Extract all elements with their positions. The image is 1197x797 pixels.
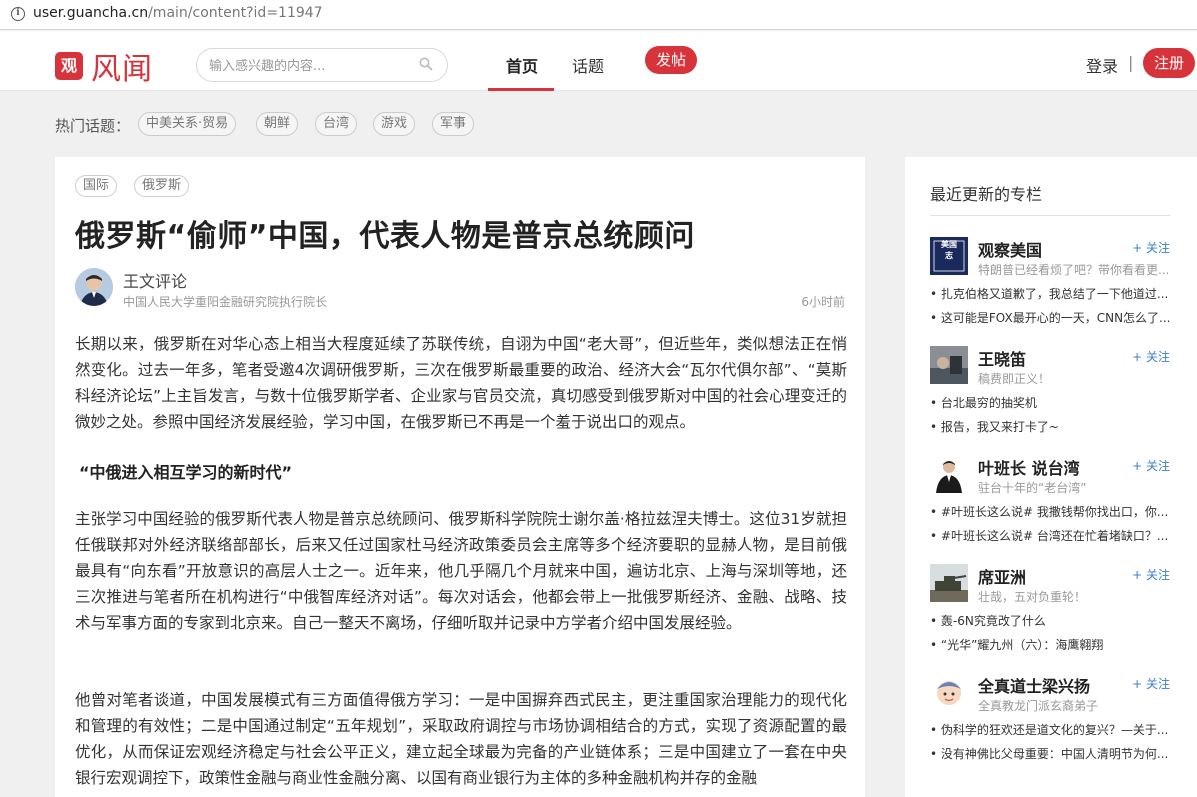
follow-button[interactable]: + 关注 (1132, 348, 1170, 365)
column-avatar[interactable] (930, 564, 968, 602)
nav-active-indicator (488, 88, 554, 91)
logo-mark[interactable]: 观 (55, 52, 83, 80)
hot-topics-label: 热门话题： (55, 117, 131, 135)
column-post-link[interactable]: • 台北最穷的抽奖机 (930, 394, 1170, 411)
avatar-image (930, 564, 968, 602)
column-name[interactable]: 叶班长 说台湾 (978, 455, 1080, 479)
browser-address-bar[interactable]: i user.guancha.cn/main/content?id=11947 (0, 0, 1197, 30)
url-host: user.guancha.cn (33, 5, 149, 21)
info-icon[interactable]: i (11, 7, 25, 21)
column-item: 叶班长 说台湾 + 关注 驻台十年的“老台湾” • #叶班长这么说# 我撒钱帮你… (930, 455, 1175, 555)
follow-button[interactable]: + 关注 (1132, 675, 1170, 692)
divider (930, 215, 1170, 216)
register-button[interactable]: 注册 (1143, 48, 1195, 78)
post-title: 台北最穷的抽奖机 (940, 396, 1037, 410)
logo-text[interactable]: 风闻 (91, 44, 153, 88)
column-item: 全真道士梁兴扬 + 关注 全真教龙门派玄裔弟子 • 伪科学的狂欢还是道文化的复兴… (930, 673, 1175, 773)
post-title: 没有神佛比父母重要：中国人清明节为何... (940, 747, 1169, 761)
column-post-link[interactable]: • 没有神佛比父母重要：中国人清明节为何... (930, 745, 1170, 762)
avatar-image (930, 673, 968, 711)
publish-time: 6小时前 (801, 295, 845, 309)
column-post-link[interactable]: • 轰-6N究竟改了什么 (930, 612, 1170, 629)
nav-topics[interactable]: 话题 (572, 53, 604, 77)
column-description: 特朗普已经看烦了吧？带你看看更... (978, 263, 1168, 277)
hot-topic-tag[interactable]: 中美关系·贸易 (138, 112, 237, 136)
column-post-link[interactable]: • “光华”耀九州（六）：海鹰翱翔 (930, 636, 1170, 653)
column-name[interactable]: 全真道士梁兴扬 (978, 673, 1090, 697)
search-input[interactable] (209, 56, 409, 76)
column-avatar[interactable] (930, 673, 968, 711)
search-box (196, 48, 448, 82)
column-avatar[interactable] (930, 346, 968, 384)
nav-home[interactable]: 首页 (506, 53, 538, 77)
post-title: 这可能是FOX最开心的一天，CNN怎么了... (940, 311, 1170, 325)
column-avatar[interactable]: 美国志 (930, 237, 968, 275)
author-name[interactable]: 王文评论 (123, 268, 187, 292)
sidebar-title: 最近更新的专栏 (930, 185, 1043, 204)
post-title: “光华”耀九州（六）：海鹰翱翔 (940, 638, 1104, 652)
article-title: 俄罗斯“偷师”中国，代表人物是普京总统顾问 (75, 219, 695, 254)
recent-columns-sidebar: 最近更新的专栏 美国志 观察美国 + 关注 特朗普已经看烦了吧？带你看看更...… (905, 157, 1197, 797)
post-title: 报告，我又来打卡了~ (940, 420, 1059, 434)
author-description: 中国人民大学重阳金融研究院执行院长 (123, 295, 328, 309)
post-title: 轰-6N究竟改了什么 (940, 614, 1046, 628)
column-post-link[interactable]: • 扎克伯格又道歉了，我总结了一下他道过... (930, 285, 1170, 302)
avatar-image (930, 346, 968, 384)
article-tag[interactable]: 俄罗斯 (134, 175, 190, 197)
search-icon[interactable] (419, 57, 433, 71)
post-title: #叶班长这么说# 台湾还在忙着堵缺口？... (940, 529, 1169, 543)
hot-topic-tag[interactable]: 军事 (432, 112, 475, 136)
hot-topic-tag[interactable]: 朝鲜 (256, 112, 299, 136)
article-tag[interactable]: 国际 (75, 175, 118, 197)
avatar-image (930, 455, 968, 493)
column-post-link[interactable]: • 伪科学的狂欢还是道文化的复兴？—关于... (930, 721, 1170, 738)
column-description: 稿费即正义！ (978, 372, 1051, 386)
author-avatar[interactable] (75, 268, 113, 306)
avatar-image (75, 268, 113, 306)
column-post-link[interactable]: • 这可能是FOX最开心的一天，CNN怎么了... (930, 309, 1170, 326)
column-item: 王晓笛 + 关注 稿费即正义！ • 台北最穷的抽奖机 • 报告，我又来打卡了~ (930, 346, 1175, 446)
follow-button[interactable]: + 关注 (1132, 457, 1170, 474)
column-post-link[interactable]: • 报告，我又来打卡了~ (930, 418, 1170, 435)
post-button[interactable]: 发帖 (645, 46, 697, 74)
article-paragraph: 他曾对笔者谈道，中国发展模式有三方面值得俄方学习：一是中国摒弃西式民主，更注重国… (75, 691, 847, 787)
post-title: #叶班长这么说# 我撒钱帮你找出口，你... (940, 505, 1169, 519)
column-name[interactable]: 席亚洲 (978, 564, 1026, 588)
hot-topic-tag[interactable]: 台湾 (315, 112, 358, 136)
column-item: 席亚洲 + 关注 壮哉，五对负重轮！ • 轰-6N究竟改了什么 • “光华”耀九… (930, 564, 1175, 664)
column-description: 驻台十年的“老台湾” (978, 481, 1087, 495)
post-title: 伪科学的狂欢还是道文化的复兴？—关于... (940, 723, 1169, 737)
url-text[interactable]: user.guancha.cn/main/content?id=11947 (33, 5, 323, 21)
column-description: 全真教龙门派玄裔弟子 (978, 699, 1099, 713)
column-name[interactable]: 王晓笛 (978, 346, 1026, 370)
column-name[interactable]: 观察美国 (978, 237, 1042, 261)
column-post-link[interactable]: • #叶班长这么说# 我撒钱帮你找出口，你... (930, 503, 1170, 520)
header-separator: | (1128, 53, 1134, 72)
post-title: 扎克伯格又道歉了，我总结了一下他道过... (940, 287, 1169, 301)
article-subheading: “中俄进入相互学习的新时代” (79, 463, 293, 482)
follow-button[interactable]: + 关注 (1132, 239, 1170, 256)
login-link[interactable]: 登录 (1086, 53, 1118, 77)
article-card: 国际 俄罗斯 俄罗斯“偷师”中国，代表人物是普京总统顾问 王文评论 中国人民大学… (55, 157, 865, 797)
avatar-text: 美国志 (941, 240, 957, 260)
column-avatar[interactable] (930, 455, 968, 493)
column-post-link[interactable]: • #叶班长这么说# 台湾还在忙着堵缺口？... (930, 527, 1170, 544)
url-path: /main/content?id=11947 (148, 5, 323, 21)
column-item: 美国志 观察美国 + 关注 特朗普已经看烦了吧？带你看看更... • 扎克伯格又… (930, 237, 1175, 337)
hot-topic-tag[interactable]: 游戏 (373, 112, 416, 136)
article-paragraph: 主张学习中国经验的俄罗斯代表人物是普京总统顾问、俄罗斯科学院院士谢尔盖·格拉兹涅… (75, 510, 847, 632)
site-header: 观 风闻 首页 话题 发帖 登录 | 注册 (0, 31, 1197, 91)
follow-button[interactable]: + 关注 (1132, 566, 1170, 583)
article-paragraph: 长期以来，俄罗斯在对华心态上相当大程度延续了苏联传统，自诩为中国“老大哥”，但近… (75, 335, 847, 431)
column-description: 壮哉，五对负重轮！ (978, 590, 1087, 604)
